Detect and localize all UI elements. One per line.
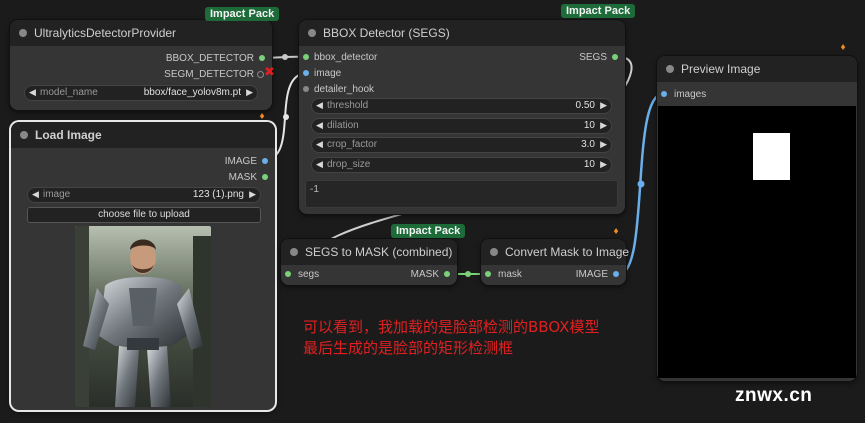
node-title: SEGS to MASK (combined): [305, 245, 453, 259]
arrow-left-icon[interactable]: ◀: [29, 87, 36, 98]
node-title: UltralyticsDetectorProvider: [34, 26, 177, 40]
annotation-line-1: 可以看到，我加载的是脸部检测的BBOX模型: [303, 318, 600, 336]
model-name-combo[interactable]: ◀ model_name bbox/face_yolov8m.pt ▶: [24, 85, 258, 101]
input-mask-dot[interactable]: [485, 271, 491, 277]
arrow-left-icon[interactable]: ◀: [32, 189, 39, 200]
dilation-slider[interactable]: ◀ dilation 10 ▶: [311, 118, 612, 134]
input-image-label: image: [314, 68, 342, 79]
crop-factor-slider[interactable]: ◀ crop_factor 3.0 ▶: [311, 137, 612, 153]
impact-pack-badge: Impact Pack: [205, 7, 280, 21]
output-segs-dot[interactable]: [612, 54, 618, 60]
output-image-label: IMAGE: [575, 269, 608, 280]
input-bbox-detector-label: bbox_detector: [314, 52, 378, 63]
arrow-right-icon[interactable]: ▶: [600, 159, 607, 170]
annotation-text: 可以看到，我加载的是脸部检测的BBOX模型 最后生成的是脸部的矩形检测框: [303, 317, 599, 359]
labels-textarea[interactable]: -1: [305, 180, 618, 208]
threshold-slider[interactable]: ◀ threshold 0.50 ▶: [311, 98, 612, 114]
arrow-right-icon[interactable]: ▶: [600, 120, 607, 131]
input-bbox-detector-dot[interactable]: [303, 54, 309, 60]
output-mask-dot[interactable]: [444, 271, 450, 277]
node-header[interactable]: UltralyticsDetectorProvider: [10, 20, 272, 46]
input-segs-label: segs: [298, 269, 320, 280]
arrow-left-icon[interactable]: ◀: [316, 120, 323, 131]
input-images-dot[interactable]: [661, 91, 667, 97]
node-title: Convert Mask to Image: [505, 245, 630, 259]
impact-pack-badge: Impact Pack: [391, 224, 466, 238]
output-image-dot[interactable]: [613, 271, 619, 277]
arrow-right-icon[interactable]: ▶: [600, 139, 607, 150]
input-detailer-hook-dot[interactable]: [303, 86, 309, 92]
input-segs-dot[interactable]: [285, 271, 291, 277]
arrow-right-icon[interactable]: ▶: [600, 100, 607, 111]
arrow-right-icon[interactable]: ▶: [246, 87, 253, 98]
output-image-label: IMAGE: [224, 156, 257, 167]
node-header[interactable]: Load Image: [11, 122, 275, 148]
bbox-detector-segs-node[interactable]: BBOX Detector (SEGS) bbox_detector image…: [299, 20, 625, 214]
load-image-node[interactable]: Load Image IMAGE MASK ◀ image 123 (1).pn…: [11, 122, 275, 410]
ultralytics-detector-provider-node[interactable]: UltralyticsDetectorProvider BBOX_DETECTO…: [10, 20, 272, 110]
arrow-left-icon[interactable]: ◀: [316, 159, 323, 170]
collapse-dot-icon[interactable]: [290, 248, 298, 256]
input-detailer-hook-label: detailer_hook: [314, 84, 375, 95]
input-mask-label: mask: [498, 269, 522, 280]
segs-to-mask-node[interactable]: SEGS to MASK (combined) segs MASK: [281, 239, 457, 285]
preview-image-node[interactable]: Preview Image images: [657, 56, 857, 381]
annotation-line-2: 最后生成的是脸部的矩形检测框: [303, 339, 514, 357]
node-header[interactable]: Preview Image: [657, 56, 857, 82]
node-title: Load Image: [35, 128, 102, 142]
loaded-image-preview: [75, 226, 211, 407]
arrow-right-icon[interactable]: ▶: [249, 189, 256, 200]
collapse-dot-icon[interactable]: [308, 29, 316, 37]
drop-size-slider[interactable]: ◀ drop_size 10 ▶: [311, 157, 612, 173]
node-header[interactable]: SEGS to MASK (combined): [281, 239, 457, 265]
arrow-left-icon[interactable]: ◀: [316, 100, 323, 111]
output-image-dot[interactable]: [262, 158, 268, 164]
collapse-dot-icon[interactable]: [20, 131, 28, 139]
collapse-dot-icon[interactable]: [666, 65, 674, 73]
node-title: BBOX Detector (SEGS): [323, 26, 450, 40]
armored-man-illustration: [75, 226, 211, 407]
collapse-dot-icon[interactable]: [490, 248, 498, 256]
fox-icon: ♦: [259, 111, 265, 122]
node-header[interactable]: Convert Mask to Image: [481, 239, 630, 265]
watermark-text: znwx.cn: [735, 385, 813, 406]
input-images-label: images: [674, 89, 707, 100]
fox-icon: ♦: [840, 42, 846, 53]
output-segm-detector-dot[interactable]: [257, 71, 264, 78]
convert-mask-to-image-node[interactable]: Convert Mask to Image mask IMAGE: [481, 239, 630, 285]
output-mask-label: MASK: [228, 172, 257, 183]
input-image-dot[interactable]: [303, 70, 309, 76]
node-header[interactable]: BBOX Detector (SEGS): [299, 20, 625, 46]
collapse-dot-icon[interactable]: [19, 29, 27, 37]
output-mask-label: MASK: [410, 269, 439, 280]
output-segm-detector-label: SEGM_DETECTOR: [164, 69, 254, 80]
preview-output-image: [658, 106, 856, 378]
choose-file-button[interactable]: choose file to upload: [27, 207, 261, 223]
image-combo[interactable]: ◀ image 123 (1).png ▶: [27, 187, 261, 203]
output-bbox-detector-label: BBOX_DETECTOR: [165, 53, 254, 64]
output-bbox-detector-dot[interactable]: [259, 55, 265, 61]
impact-pack-badge: Impact Pack: [561, 4, 636, 18]
output-segs-label: SEGS: [579, 52, 607, 63]
fox-icon: ♦: [613, 226, 619, 237]
error-x-icon: ✖: [264, 64, 275, 79]
output-mask-dot[interactable]: [262, 174, 268, 180]
face-bbox-mask-rect: [753, 133, 790, 180]
arrow-left-icon[interactable]: ◀: [316, 139, 323, 150]
node-title: Preview Image: [681, 62, 761, 76]
